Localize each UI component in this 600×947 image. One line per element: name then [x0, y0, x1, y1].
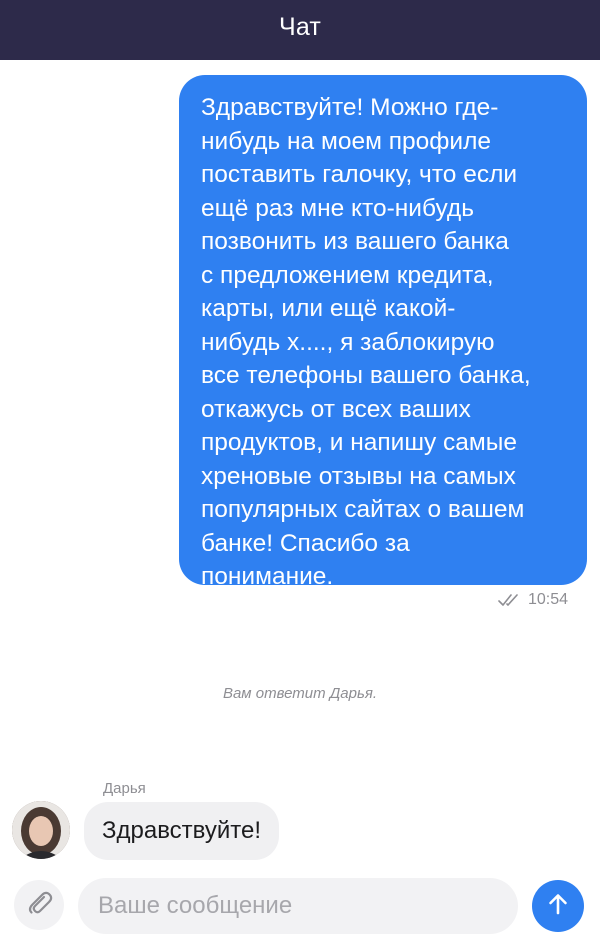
double-check-icon [498, 593, 524, 607]
chat-screen: Чат Здравствуйте! Можно где- нибудь на м… [0, 0, 600, 947]
attach-button[interactable] [14, 880, 64, 930]
message-composer [0, 870, 600, 947]
message-time: 10:54 [527, 591, 568, 608]
send-button[interactable] [532, 880, 584, 932]
message-meta: 10:54 [498, 591, 568, 609]
header-title: Чат [278, 12, 322, 41]
arrow-up-icon [545, 891, 571, 922]
sender-name: Дарья [103, 780, 146, 797]
message-list[interactable]: Здравствуйте! Можно где- нибудь на моем … [0, 60, 600, 870]
chat-header: Чат [0, 0, 600, 60]
incoming-message-bubble[interactable]: Здравствуйте! [84, 802, 280, 860]
incoming-message-text: Здравствуйте! [102, 817, 262, 844]
system-note: Вам ответит Дарья. [222, 685, 378, 702]
outgoing-message-bubble[interactable]: Здравствуйте! Можно где- нибудь на моем … [179, 75, 587, 590]
avatar[interactable] [12, 801, 70, 859]
message-input[interactable] [78, 878, 518, 934]
paperclip-icon [24, 888, 54, 923]
outgoing-message-text: Здравствуйте! Можно где- нибудь на моем … [201, 94, 531, 590]
